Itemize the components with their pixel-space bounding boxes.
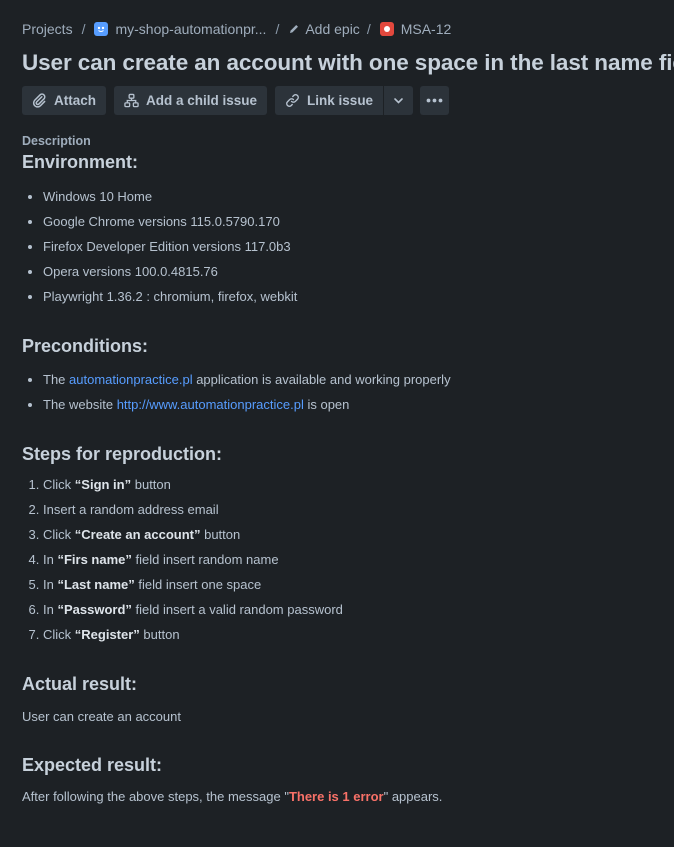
text: button xyxy=(200,527,241,542)
chevron-down-icon xyxy=(394,98,403,104)
issue-toolbar: Attach Add a child issue Link issue xyxy=(22,86,457,115)
list-item: Insert a random address email xyxy=(43,501,652,518)
expected-result-text: After following the above steps, the mes… xyxy=(22,788,652,805)
bold-text: “Register” xyxy=(74,627,140,642)
more-actions-button[interactable] xyxy=(420,86,450,115)
text: In xyxy=(43,602,58,617)
text: Click xyxy=(43,527,75,542)
bold-text: “Password” xyxy=(57,602,132,617)
text: The xyxy=(43,372,70,387)
add-child-issue-label: Add a child issue xyxy=(146,93,258,108)
description-content[interactable]: Description Environment: Windows 10 Home… xyxy=(22,134,652,805)
list-item: Click “Sign in” button xyxy=(43,476,652,493)
text: In xyxy=(43,552,58,567)
actual-result-heading: Actual result: xyxy=(22,674,138,694)
environment-heading: Environment: xyxy=(22,152,139,172)
error-message-text: There is 1 error xyxy=(288,789,384,804)
pencil-icon xyxy=(290,25,299,33)
bold-text: “Last name” xyxy=(57,577,135,592)
text: field insert one space xyxy=(134,577,262,592)
text: Click xyxy=(43,477,75,492)
list-item: The website http://www.automationpractic… xyxy=(43,396,652,413)
list-item: Click “Create an account” button xyxy=(43,526,652,543)
list-item: Windows 10 Home xyxy=(43,188,652,205)
link-issue-dropdown[interactable] xyxy=(383,86,414,115)
add-child-issue-button[interactable]: Add a child issue xyxy=(114,86,268,115)
link-issue-label: Link issue xyxy=(307,93,374,108)
list-item: In “Password” field insert a valid rando… xyxy=(43,601,652,618)
bold-text: “Create an account” xyxy=(74,527,201,542)
issue-key: MSA-12 xyxy=(400,21,452,37)
text: field insert random name xyxy=(131,552,279,567)
text: Insert a random address email xyxy=(43,502,219,517)
more-icon xyxy=(426,98,443,103)
breadcrumb-separator: / xyxy=(275,21,280,37)
list-item: In “Last name” field insert one space xyxy=(43,576,652,593)
hierarchy-icon xyxy=(124,93,139,108)
steps-heading: Steps for reproduction: xyxy=(22,444,223,464)
issue-title[interactable]: User can create an account with one spac… xyxy=(22,50,674,76)
preconditions-list: The automationpractice.pl application is… xyxy=(22,371,652,413)
attach-label: Attach xyxy=(54,93,97,108)
text: The website xyxy=(43,397,117,412)
add-epic-label: Add epic xyxy=(305,21,360,37)
list-item: The automationpractice.pl application is… xyxy=(43,371,652,388)
link-issue-group: Link issue xyxy=(275,86,414,115)
environment-list: Windows 10 Home Google Chrome versions 1… xyxy=(22,188,652,305)
list-item: Google Chrome versions 115.0.5790.170 xyxy=(43,213,652,230)
list-item: Opera versions 100.0.4815.76 xyxy=(43,263,652,280)
bold-text: “Sign in” xyxy=(74,477,132,492)
breadcrumb-project[interactable]: my-shop-automationpr... xyxy=(94,21,266,37)
expected-result-heading: Expected result: xyxy=(22,755,163,775)
bug-icon xyxy=(379,22,394,36)
project-icon xyxy=(94,22,109,36)
app-link[interactable]: automationpractice.pl xyxy=(69,372,193,387)
text: button xyxy=(131,477,171,492)
breadcrumb: Projects / my-shop-automationpr... / Add… xyxy=(22,20,451,38)
text: button xyxy=(139,627,180,642)
link-issue-button[interactable]: Link issue xyxy=(275,86,384,115)
text: " appears. xyxy=(383,789,443,804)
link-icon xyxy=(286,94,299,107)
breadcrumb-project-label: my-shop-automationpr... xyxy=(115,21,267,37)
paperclip-icon xyxy=(32,93,46,108)
text: field insert a valid random password xyxy=(131,602,343,617)
list-item: Firefox Developer Edition versions 117.0… xyxy=(43,238,652,255)
preconditions-heading: Preconditions: xyxy=(22,336,149,356)
add-epic-button[interactable]: Add epic xyxy=(288,21,360,37)
list-item: Click “Register” button xyxy=(43,626,652,643)
breadcrumb-issue[interactable]: MSA-12 xyxy=(379,21,452,37)
actual-result-text: User can create an account xyxy=(22,709,181,724)
attach-button[interactable]: Attach xyxy=(22,86,107,115)
website-link[interactable]: http://www.automationpractice.pl xyxy=(117,397,304,412)
text: is open xyxy=(303,397,350,412)
breadcrumb-separator: / xyxy=(366,21,371,37)
text: In xyxy=(43,577,58,592)
text: application is available and working pro… xyxy=(192,372,451,387)
text: After following the above steps, the mes… xyxy=(22,789,289,804)
bold-text: “Firs name” xyxy=(57,552,132,567)
description-label: Description xyxy=(22,134,91,148)
text: Click xyxy=(43,627,75,642)
list-item: In “Firs name” field insert random name xyxy=(43,551,652,568)
steps-list: Click “Sign in” button Insert a random a… xyxy=(22,476,652,643)
breadcrumb-projects[interactable]: Projects xyxy=(22,21,73,37)
breadcrumb-separator: / xyxy=(81,21,86,37)
list-item: Playwright 1.36.2 : chromium, firefox, w… xyxy=(43,288,652,305)
